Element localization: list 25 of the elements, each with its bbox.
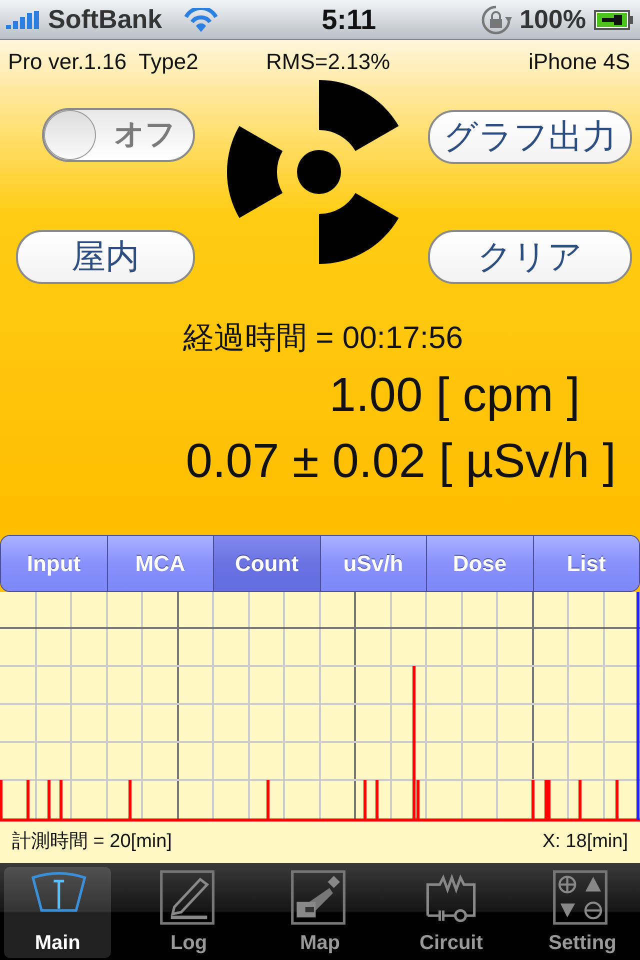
segment-tab[interactable]: Count — [214, 536, 320, 591]
battery-percent: 100% — [520, 3, 586, 36]
cursor-position: X: 18[min] — [542, 830, 628, 854]
clear-button[interactable]: クリア — [428, 230, 632, 284]
signal-icon — [6, 10, 40, 28]
measurement-duration: 計測時間 = 20[min] — [12, 830, 172, 854]
clock-time: 5:11 — [322, 2, 376, 36]
tab-bar-item[interactable]: Main — [4, 867, 112, 958]
dose-rate: 0.07 ± 0.02 [ µSv/h ] — [186, 436, 616, 490]
device-name: iPhone 4S — [528, 48, 630, 76]
count-rate: 1.00 [ cpm ] — [329, 370, 580, 422]
battery-charging-icon — [594, 10, 634, 30]
tab-bar-item[interactable]: Circuit — [398, 867, 505, 958]
tab-bar-item[interactable]: Log — [135, 867, 242, 958]
toggle-switch[interactable]: オフ — [42, 108, 195, 162]
rotation-lock-icon — [480, 4, 512, 36]
wifi-icon — [184, 8, 218, 32]
version-label: Pro ver.1.16 Type2 — [8, 48, 200, 76]
carrier-name: SoftBank — [48, 3, 162, 36]
location-button[interactable]: 屋内 — [16, 230, 195, 284]
rms-value: RMS=2.13% — [266, 48, 392, 76]
tab-bar-item[interactable]: Map — [266, 867, 374, 958]
graph-output-button[interactable]: グラフ出力 — [428, 110, 632, 164]
elapsed-time: 経過時間 = 00:17:56 — [183, 319, 463, 357]
tab-bar-item[interactable]: Setting — [528, 867, 636, 958]
